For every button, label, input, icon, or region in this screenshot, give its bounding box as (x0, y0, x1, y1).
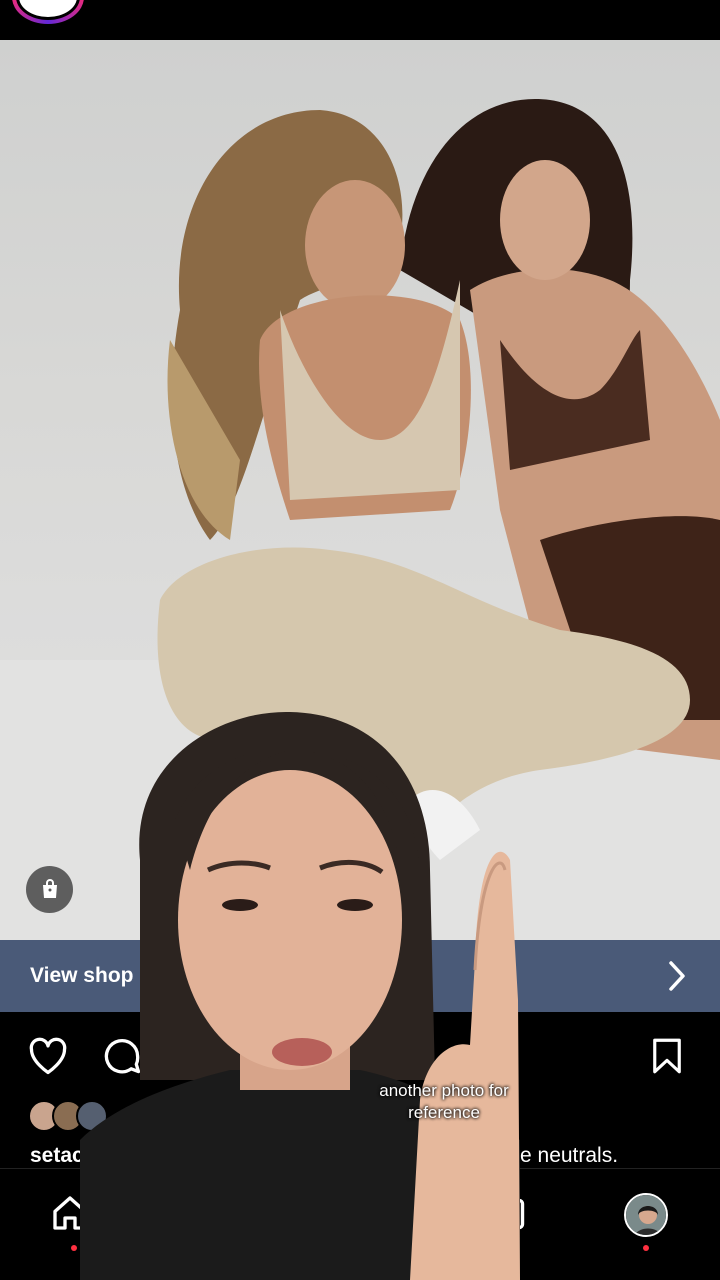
caption-username[interactable]: setac (30, 1144, 84, 1168)
subtitle-line-1: another photo for (379, 1081, 509, 1100)
subtitle-line-2: reference (408, 1103, 480, 1122)
heart-icon[interactable] (26, 1034, 70, 1083)
shopping-bag-icon[interactable] (26, 866, 73, 913)
presenter-overlay (80, 700, 520, 1280)
notification-dot (71, 1245, 77, 1251)
video-subtitle: another photo for reference (344, 1080, 544, 1124)
notification-dot (643, 1245, 649, 1251)
bookmark-icon[interactable] (646, 1034, 688, 1083)
top-bar (0, 0, 720, 40)
story-avatar-ring[interactable] (12, 0, 84, 24)
profile-avatar[interactable] (624, 1193, 668, 1237)
chevron-right-icon (666, 960, 688, 997)
caption-text: e neutrals. (520, 1144, 619, 1167)
